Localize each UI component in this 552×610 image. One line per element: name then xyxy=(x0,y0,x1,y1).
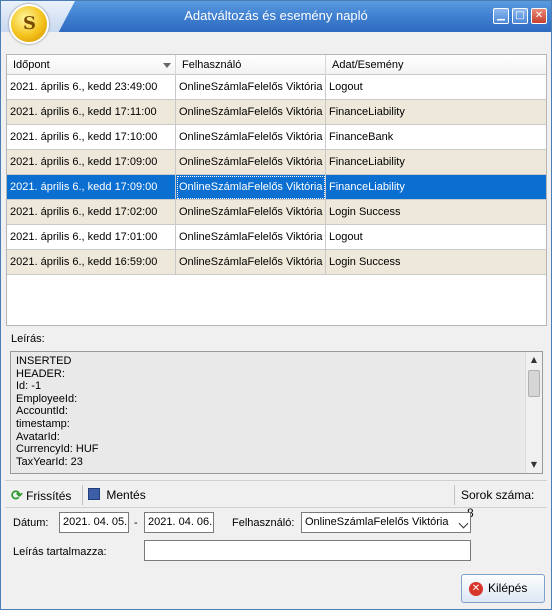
scroll-thumb[interactable] xyxy=(528,370,540,397)
table-cell[interactable]: OnlineSzámlaFelelős Viktória xyxy=(176,125,326,150)
sort-desc-icon xyxy=(163,63,171,68)
date-from-field[interactable]: 2021. 04. 05. xyxy=(59,512,129,533)
maximize-button[interactable]: □ xyxy=(512,8,528,24)
scroll-up-icon[interactable]: ▲ xyxy=(526,352,542,368)
description-contains-label: Leírás tartalmazza: xyxy=(13,546,107,558)
description-contains-field[interactable] xyxy=(144,540,471,561)
user-filter-label: Felhasználó: xyxy=(232,517,295,529)
toolbar-separator xyxy=(82,485,83,505)
table-row[interactable]: 2021. április 6., kedd 16:59:00 OnlineSzá… xyxy=(7,250,546,275)
user-filter-value: OnlineSzámlaFelelős Viktória xyxy=(305,516,449,528)
table-cell[interactable]: OnlineSzámlaFelelős Viktória xyxy=(176,150,326,175)
date-range-separator: - xyxy=(134,517,138,529)
column-header-user[interactable]: Felhasználó xyxy=(176,55,326,75)
description-box[interactable]: INSERTED HEADER: Id: -1 EmployeeId: Acco… xyxy=(10,351,543,474)
event-table: Időpont Felhasználó Adat/Esemény 2021. á… xyxy=(6,54,547,326)
column-header-label: Adat/Esemény xyxy=(332,59,404,71)
refresh-button[interactable]: ⟳ Frissítés xyxy=(11,486,71,504)
table-cell[interactable]: 2021. április 6., kedd 23:49:00 xyxy=(7,75,176,100)
table-cell[interactable]: 2021. április 6., kedd 17:02:00 xyxy=(7,200,176,225)
table-cell[interactable]: 2021. április 6., kedd 17:01:00 xyxy=(7,225,176,250)
date-to-field[interactable]: 2021. 04. 06. xyxy=(144,512,214,533)
minimize-button[interactable]: ▁ xyxy=(493,8,509,24)
table-row[interactable]: 2021. április 6., kedd 17:10:00 OnlineSzá… xyxy=(7,125,546,150)
column-header-event[interactable]: Adat/Esemény xyxy=(326,55,546,75)
table-row[interactable]: 2021. április 6., kedd 17:11:00 OnlineSzá… xyxy=(7,100,546,125)
save-button[interactable]: Mentés xyxy=(88,486,146,504)
table-row[interactable]: 2021. április 6., kedd 17:01:00 OnlineSzá… xyxy=(7,225,546,250)
close-circle-icon: ✕ xyxy=(469,582,483,596)
table-cell[interactable]: Logout xyxy=(326,75,546,100)
table-row[interactable]: 2021. április 6., kedd 23:49:00 OnlineSzá… xyxy=(7,75,546,100)
table-cell[interactable]: OnlineSzámlaFelelős Viktória xyxy=(176,75,326,100)
column-header-label: Felhasználó xyxy=(182,59,242,71)
table-cell[interactable]: FinanceLiability xyxy=(326,175,546,200)
table-cell[interactable]: 2021. április 6., kedd 16:59:00 xyxy=(7,250,176,275)
title-bar[interactable]: Adatváltozás és esemény napló ▁ □ ✕ xyxy=(1,1,551,32)
exit-button[interactable]: ✕ Kilépés xyxy=(461,574,545,603)
table-row[interactable]: 2021. április 6., kedd 17:02:00 OnlineSzá… xyxy=(7,200,546,225)
table-cell[interactable]: 2021. április 6., kedd 17:09:00 xyxy=(7,150,176,175)
table-cell[interactable]: FinanceLiability xyxy=(326,100,546,125)
column-header-label: Időpont xyxy=(13,59,50,71)
app-logo-icon: S xyxy=(9,4,49,44)
exit-label: Kilépés xyxy=(488,581,528,595)
table-cell[interactable]: Login Success xyxy=(326,200,546,225)
row-count-label: Sorok száma: xyxy=(461,488,535,502)
user-filter-select[interactable]: OnlineSzámlaFelelős Viktória xyxy=(301,512,471,533)
row-count: Sorok száma: 8 xyxy=(461,486,547,520)
table-cell[interactable]: OnlineSzámlaFelelős Viktória xyxy=(176,175,326,200)
table-cell[interactable]: 2021. április 6., kedd 17:09:00 xyxy=(7,175,176,200)
refresh-label: Frissítés xyxy=(26,489,72,503)
table-row[interactable]: 2021. április 6., kedd 17:09:00 OnlineSzá… xyxy=(7,175,546,200)
table-row[interactable]: 2021. április 6., kedd 17:09:00 OnlineSzá… xyxy=(7,150,546,175)
scroll-down-icon[interactable]: ▼ xyxy=(526,457,542,473)
table-cell[interactable]: OnlineSzámlaFelelős Viktória xyxy=(176,250,326,275)
close-button[interactable]: ✕ xyxy=(531,8,547,24)
table-cell[interactable]: OnlineSzámlaFelelős Viktória xyxy=(176,100,326,125)
description-text: INSERTED HEADER: Id: -1 EmployeeId: Acco… xyxy=(16,355,99,468)
toolbar: ⟳ Frissítés Mentés Sorok száma: 8 xyxy=(5,480,547,520)
table-header: Időpont Felhasználó Adat/Esemény xyxy=(7,55,546,75)
save-label: Mentés xyxy=(106,488,146,502)
window-title: Adatváltozás és esemény napló xyxy=(184,8,368,23)
table-cell[interactable]: FinanceLiability xyxy=(326,150,546,175)
table-cell[interactable]: Login Success xyxy=(326,250,546,275)
table-cell[interactable]: Logout xyxy=(326,225,546,250)
date-label: Dátum: xyxy=(13,517,49,529)
floppy-disk-icon xyxy=(88,488,100,500)
description-label: Leírás: xyxy=(11,333,45,345)
table-cell[interactable]: 2021. április 6., kedd 17:11:00 xyxy=(7,100,176,125)
chevron-down-icon xyxy=(458,518,469,529)
description-scrollbar[interactable]: ▲ ▼ xyxy=(525,352,542,473)
table-cell[interactable]: 2021. április 6., kedd 17:10:00 xyxy=(7,125,176,150)
refresh-icon: ⟳ xyxy=(11,487,23,503)
table-cell[interactable]: FinanceBank xyxy=(326,125,546,150)
event-log-window: Adatváltozás és esemény napló ▁ □ ✕ S Id… xyxy=(0,0,552,610)
table-cell[interactable]: OnlineSzámlaFelelős Viktória xyxy=(176,225,326,250)
column-header-time[interactable]: Időpont xyxy=(7,55,176,75)
table-cell[interactable]: OnlineSzámlaFelelős Viktória xyxy=(176,200,326,225)
toolbar-separator xyxy=(454,485,455,505)
